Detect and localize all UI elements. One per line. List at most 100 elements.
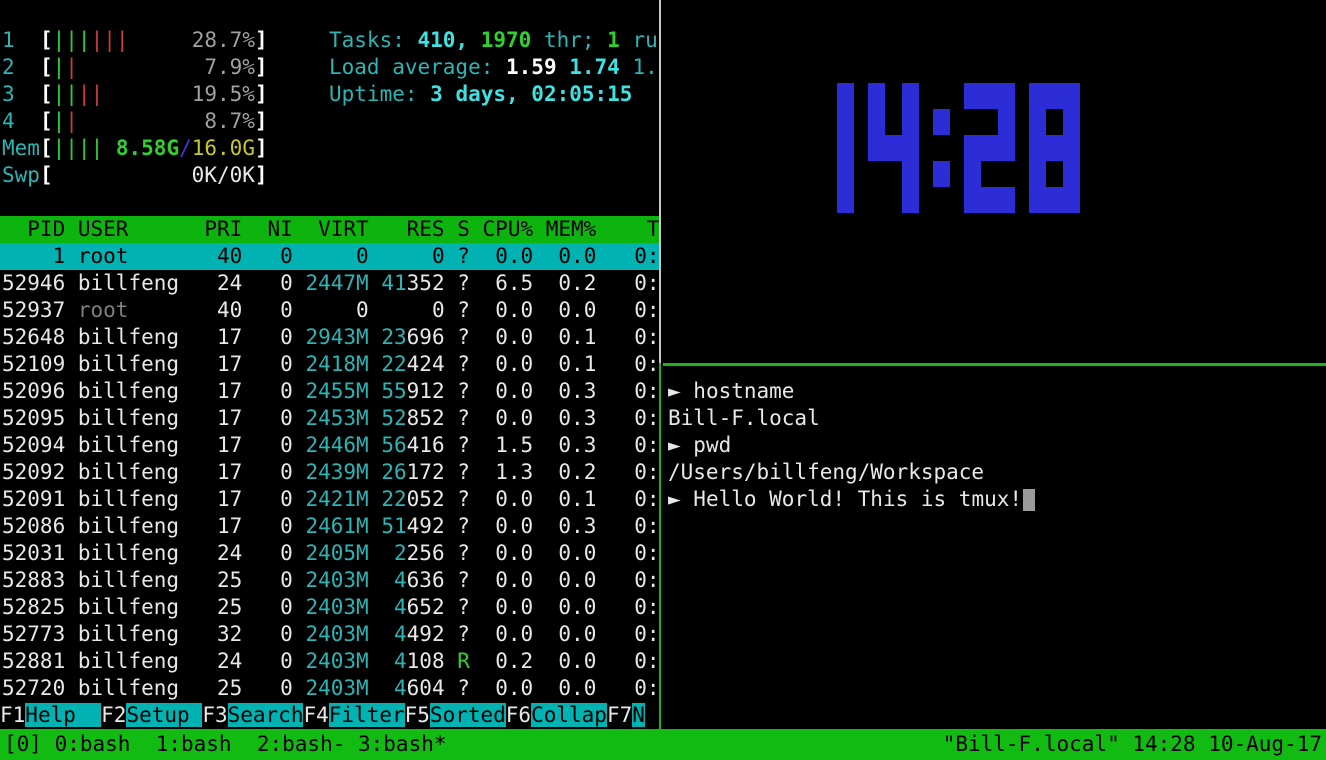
process-row[interactable]: 52091 billfeng 17 0 2421M 22052 ? 0.0 0.… <box>0 486 659 513</box>
pane-border-vertical-inactive[interactable] <box>659 0 661 363</box>
cell-res-lo: 052 <box>407 487 445 511</box>
meter-value: 8.7% <box>204 109 255 133</box>
cell-user: billfeng <box>78 595 204 619</box>
cell-cpu: CPU% <box>470 217 533 241</box>
cell-res-hi <box>381 244 432 268</box>
meter-label: Swp <box>2 163 40 187</box>
cell-ni: 0 <box>242 379 293 403</box>
fkey-f5[interactable]: F5Sorted <box>405 702 506 729</box>
process-row[interactable]: 52937 root 40 0 0 0 ? 0.0 0.0 0: <box>0 297 659 324</box>
cell-pri: 25 <box>204 676 242 700</box>
cell-cpu: 1.3 <box>470 460 533 484</box>
cell-virt: 2421M <box>305 487 368 511</box>
pane-border-vertical-active[interactable] <box>659 363 661 729</box>
cell-mem: 0.2 <box>533 460 596 484</box>
meter-bar: | <box>65 109 78 133</box>
cpu-memory-meters: 1 [|||||| 28.7%]2 [|| 7.9%]3 [|||| 19.5%… <box>2 27 268 189</box>
cell-pid: 52096 <box>2 379 65 403</box>
cell-cpu: 0.0 <box>470 568 533 592</box>
fkey-number: F4 <box>303 703 328 727</box>
process-row[interactable]: 1 root 40 0 0 0 ? 0.0 0.0 0: <box>0 243 659 270</box>
process-row[interactable]: 52825 billfeng 25 0 2403M 4652 ? 0.0 0.0… <box>0 594 659 621</box>
process-row[interactable]: 52095 billfeng 17 0 2453M 52852 ? 0.0 0.… <box>0 405 659 432</box>
shell-pane[interactable]: ► hostnameBill-F.local► pwd/Users/billfe… <box>663 366 1326 729</box>
cell-mem: 0.0 <box>533 541 596 565</box>
process-row[interactable]: 52720 billfeng 25 0 2403M 4604 ? 0.0 0.0… <box>0 675 659 702</box>
process-row[interactable]: 52946 billfeng 24 0 2447M 41352 ? 6.5 0.… <box>0 270 659 297</box>
meter-label: 4 <box>2 109 40 133</box>
cell-pid: 52937 <box>2 298 65 322</box>
cell-res-lo: 416 <box>407 433 445 457</box>
fkey-label: Filter <box>329 703 405 727</box>
cell-cpu: 0.0 <box>470 244 533 268</box>
cell-virt: 2405M <box>305 541 368 565</box>
fkey-f3[interactable]: F3Search <box>202 702 303 729</box>
cell-cpu: 0.2 <box>470 649 533 673</box>
cell-ni: 0 <box>242 433 293 457</box>
cell-pid: 52094 <box>2 433 65 457</box>
clock-digit-2 <box>964 83 1015 213</box>
clock-pane[interactable] <box>663 0 1326 363</box>
meter-bar: | <box>65 136 78 160</box>
meter-mem: Mem[|||| 8.58G/16.0G] <box>2 135 268 162</box>
cell-res-hi: 56 <box>381 433 406 457</box>
meter-bar: | <box>78 136 91 160</box>
prompt-arrow-icon: ► <box>668 433 693 457</box>
htop-pane[interactable]: 1 [|||||| 28.7%]2 [|| 7.9%]3 [|||| 19.5%… <box>0 0 659 729</box>
clock-display <box>803 83 1080 213</box>
cell-pid: 52946 <box>2 271 65 295</box>
cell-state: ? <box>457 406 470 430</box>
cell-ni: 0 <box>242 541 293 565</box>
cell-pri: 17 <box>204 433 242 457</box>
process-row[interactable]: 52092 billfeng 17 0 2439M 26172 ? 1.3 0.… <box>0 459 659 486</box>
cell-mem: 0.1 <box>533 487 596 511</box>
cell-virt: 2439M <box>305 460 368 484</box>
fkey-f6[interactable]: F6Collap <box>506 702 607 729</box>
meter-bar: | <box>53 109 66 133</box>
cell-virt: 2403M <box>305 649 368 673</box>
cell-mem: MEM% <box>533 217 596 241</box>
meter-1: 1 [|||||| 28.7%] <box>2 27 268 54</box>
fkey-label: Collap <box>531 703 607 727</box>
meter-value: 8.58G <box>116 136 179 160</box>
cell-state: ? <box>457 244 470 268</box>
cell-ni: 0 <box>242 325 293 349</box>
text-cursor[interactable] <box>1023 489 1035 511</box>
cell-state: ? <box>457 271 470 295</box>
cell-res: RES <box>381 217 444 241</box>
cell-user: billfeng <box>78 433 204 457</box>
cell-res-lo: 636 <box>407 568 445 592</box>
window-list[interactable]: [0] 0:bash 1:bash 2:bash- 3:bash* <box>4 729 447 760</box>
cell-res-lo: 424 <box>407 352 445 376</box>
fkey-f2[interactable]: F2Setup <box>101 702 202 729</box>
process-row[interactable]: 52881 billfeng 24 0 2403M 4108 R 0.2 0.0… <box>0 648 659 675</box>
clock-colon <box>933 83 950 213</box>
fkey-number: F1 <box>0 703 25 727</box>
cell-cpu: 6.5 <box>470 271 533 295</box>
cell-state: ? <box>457 379 470 403</box>
shell-text: Hello World! This is tmux! <box>693 487 1022 511</box>
process-row[interactable]: 52086 billfeng 17 0 2461M 51492 ? 0.0 0.… <box>0 513 659 540</box>
process-row[interactable]: 52109 billfeng 17 0 2418M 22424 ? 0.0 0.… <box>0 351 659 378</box>
fkey-f1[interactable]: F1Help <box>0 702 101 729</box>
process-row[interactable]: 52031 billfeng 24 0 2405M 2256 ? 0.0 0.0… <box>0 540 659 567</box>
meter-bar: | <box>53 55 66 79</box>
cell-time: 0: <box>609 541 659 565</box>
cell-time: 0: <box>609 325 659 349</box>
process-row[interactable]: 52648 billfeng 17 0 2943M 23696 ? 0.0 0.… <box>0 324 659 351</box>
process-row[interactable]: 52096 billfeng 17 0 2455M 55912 ? 0.0 0.… <box>0 378 659 405</box>
cell-mem: 0.0 <box>533 298 596 322</box>
cell-ni: 0 <box>242 352 293 376</box>
cell-res-hi: 55 <box>381 379 406 403</box>
process-row[interactable]: 52094 billfeng 17 0 2446M 56416 ? 1.5 0.… <box>0 432 659 459</box>
cell-mem: 0.3 <box>533 406 596 430</box>
fkey-f4[interactable]: F4Filter <box>303 702 404 729</box>
cell-time: T <box>609 217 659 241</box>
cell-ni: 0 <box>242 649 293 673</box>
process-row[interactable]: 52773 billfeng 32 0 2403M 4492 ? 0.0 0.0… <box>0 621 659 648</box>
cell-cpu: 0.0 <box>470 406 533 430</box>
fkey-f7[interactable]: F7N <box>607 702 645 729</box>
cell-cpu: 0.0 <box>470 298 533 322</box>
process-row[interactable]: 52883 billfeng 25 0 2403M 4636 ? 0.0 0.0… <box>0 567 659 594</box>
meter-label: 3 <box>2 82 40 106</box>
